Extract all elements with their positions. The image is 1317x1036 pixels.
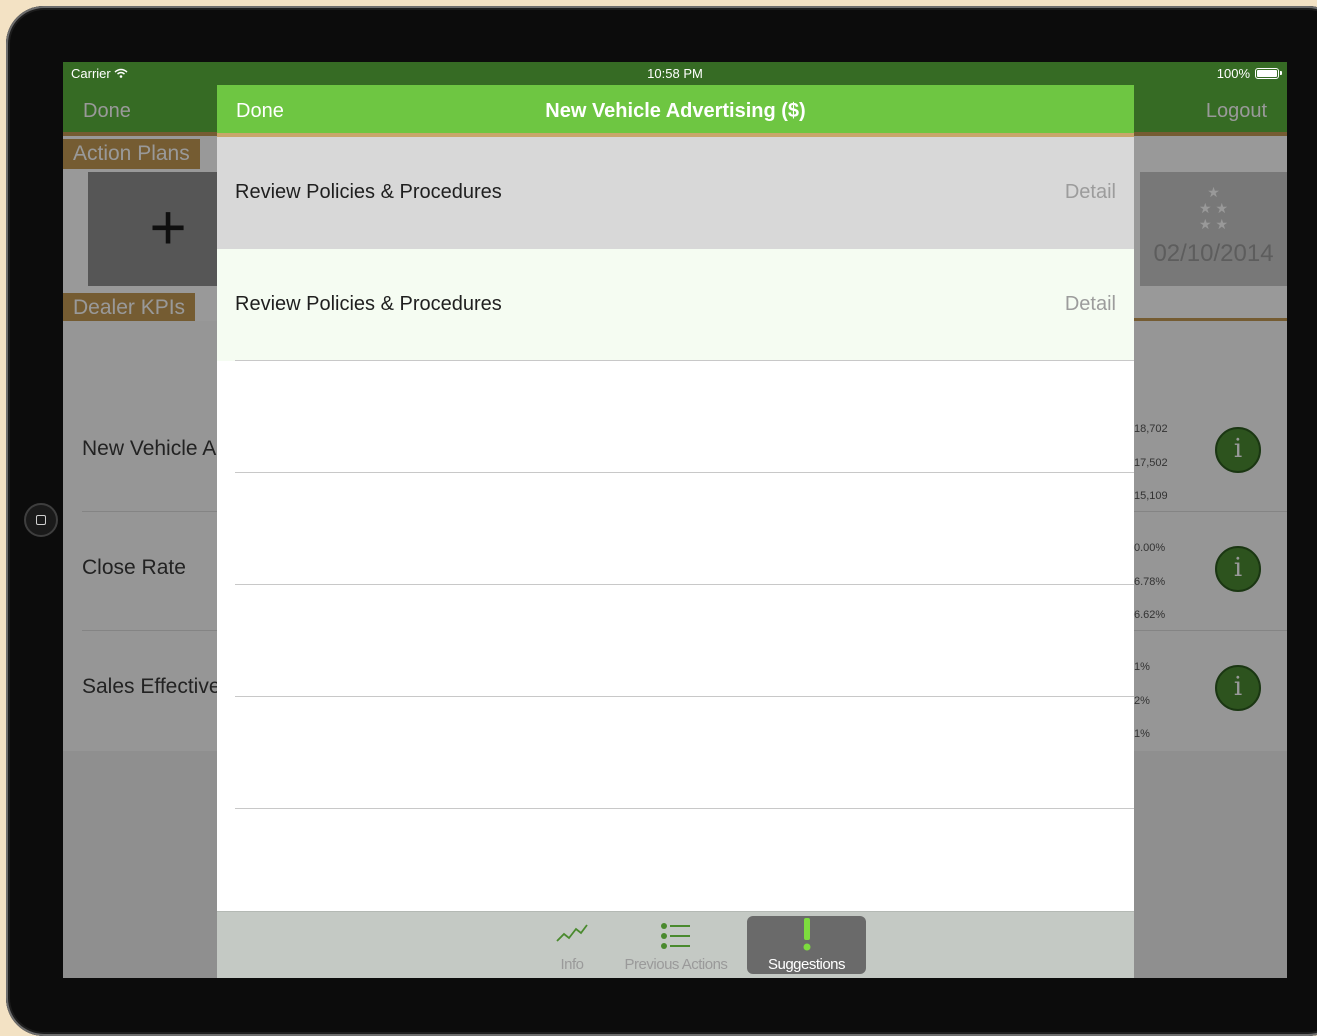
tab-bar: Info Previous Actions Suggestions [217,911,1134,978]
list-icon [661,923,690,949]
battery-percent: 100% [1216,66,1250,81]
empty-row [217,361,1134,473]
modal-nav-bar: Done New Vehicle Advertising ($) [217,85,1134,137]
screen: Done Logout Action Plans + ★ ★ ★ ★ ★ 02/10… [63,62,1287,978]
suggestion-label: Review Policies & Procedures [235,181,502,203]
battery-indicator: 100% [1216,66,1282,81]
exclamation-icon [803,918,810,951]
tab-previous-actions[interactable]: Previous Actions [617,916,735,974]
line-chart-icon [556,924,588,942]
suggestion-row[interactable]: Review Policies & Procedures Detail [217,137,1134,249]
home-button[interactable] [24,503,58,537]
suggestion-label: Review Policies & Procedures [235,293,502,315]
battery-icon [1255,68,1282,79]
tab-info[interactable]: Info [517,916,627,974]
tab-label: Previous Actions [624,956,728,973]
empty-row [217,473,1134,585]
modal-title: New Vehicle Advertising ($) [545,100,806,122]
ipad-frame: Done Logout Action Plans + ★ ★ ★ ★ ★ 02/10… [6,6,1317,1036]
detail-button[interactable]: Detail [1065,181,1116,204]
suggestion-row[interactable]: Review Policies & Procedures Detail [217,249,1134,361]
empty-row [217,585,1134,697]
empty-row [217,809,1134,921]
empty-row [217,697,1134,809]
tab-suggestions[interactable]: Suggestions [747,916,866,974]
suggestions-modal: Done New Vehicle Advertising ($) Review … [217,85,1134,978]
tab-label: Info [560,956,584,973]
tab-label: Suggestions [767,956,846,973]
status-bar: Carrier 10:58 PM 100% [63,62,1287,84]
clock: 10:58 PM [647,66,703,81]
detail-button[interactable]: Detail [1065,293,1116,316]
suggestion-list: Review Policies & Procedures Detail Revi… [217,137,1134,921]
